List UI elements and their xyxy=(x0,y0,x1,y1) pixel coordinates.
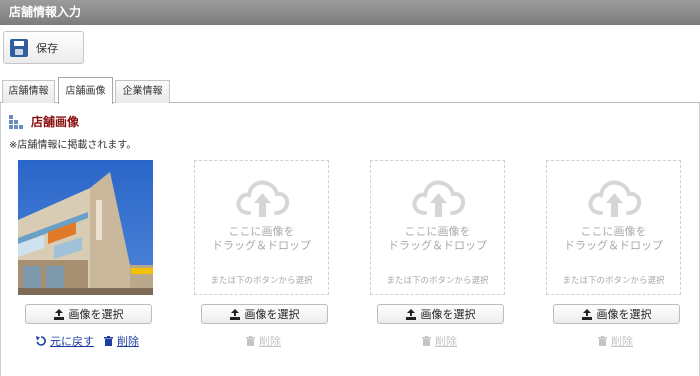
trash-icon xyxy=(246,336,255,346)
save-button[interactable]: 保存 xyxy=(3,31,84,64)
trash-icon xyxy=(104,336,113,346)
delete-link-label: 削除 xyxy=(259,335,281,348)
upload-icon xyxy=(229,308,240,320)
delete-link-1[interactable]: 削除 xyxy=(104,333,139,349)
tab-store-images[interactable]: 店舗画像 xyxy=(58,77,113,104)
trash-icon xyxy=(422,336,431,346)
select-image-button-1[interactable]: 画像を選択 xyxy=(25,304,152,324)
dropzone-line2: ドラッグ＆ドロップ xyxy=(388,239,487,252)
delete-link-2: 削除 xyxy=(246,333,281,349)
revert-link[interactable]: 元に戻す xyxy=(36,333,94,349)
select-image-label: 画像を選択 xyxy=(244,308,300,321)
select-image-label: 画像を選択 xyxy=(596,308,652,321)
save-button-label: 保存 xyxy=(36,41,58,55)
trash-icon xyxy=(598,336,607,346)
image-dropzone-4[interactable]: ここに画像を ドラッグ＆ドロップ または下のボタンから選択 xyxy=(546,160,681,295)
revert-link-label: 元に戻す xyxy=(50,335,94,348)
dropzone-hint: または下のボタンから選択 xyxy=(386,276,489,286)
window-title: 店舗情報入力 xyxy=(0,0,700,25)
delete-link-label: 削除 xyxy=(435,335,457,348)
dropzone-hint: または下のボタンから選択 xyxy=(562,276,665,286)
dropzone-hint: または下のボタンから選択 xyxy=(210,276,313,286)
dropzone-line2: ドラッグ＆ドロップ xyxy=(564,239,663,252)
delete-link-label: 削除 xyxy=(117,335,139,348)
dropzone-line2: ドラッグ＆ドロップ xyxy=(212,239,311,252)
select-image-button-2[interactable]: 画像を選択 xyxy=(201,304,328,324)
section-title: 店舗画像 xyxy=(31,115,80,129)
dropzone-line1: ここに画像を xyxy=(580,225,647,238)
tab-store-info[interactable]: 店舗情報 xyxy=(2,80,55,103)
upload-icon xyxy=(405,308,416,320)
delete-link-label: 削除 xyxy=(611,335,633,348)
cloud-upload-icon xyxy=(588,180,642,217)
section-icon xyxy=(9,115,23,129)
select-image-label: 画像を選択 xyxy=(420,308,476,321)
select-image-button-4[interactable]: 画像を選択 xyxy=(553,304,680,324)
select-image-button-3[interactable]: 画像を選択 xyxy=(377,304,504,324)
upload-icon xyxy=(581,308,592,320)
tab-company-info[interactable]: 企業情報 xyxy=(115,80,170,103)
delete-link-4: 削除 xyxy=(598,333,633,349)
section-note: ※店舗情報に掲載されます。 xyxy=(9,140,137,151)
image-dropzone-2[interactable]: ここに画像を ドラッグ＆ドロップ または下のボタンから選択 xyxy=(194,160,329,295)
undo-icon xyxy=(36,336,46,346)
store-photo xyxy=(18,160,153,295)
dropzone-line1: ここに画像を xyxy=(228,225,295,238)
tab-bar: 店舗情報 店舗画像 企業情報 xyxy=(0,77,700,104)
cloud-upload-icon xyxy=(236,180,290,217)
floppy-disk-icon xyxy=(10,38,28,57)
delete-link-3: 削除 xyxy=(422,333,457,349)
cloud-upload-icon xyxy=(412,180,466,217)
upload-icon xyxy=(53,308,64,320)
dropzone-line1: ここに画像を xyxy=(404,225,471,238)
image-dropzone-3[interactable]: ここに画像を ドラッグ＆ドロップ または下のボタンから選択 xyxy=(370,160,505,295)
select-image-label: 画像を選択 xyxy=(68,308,124,321)
